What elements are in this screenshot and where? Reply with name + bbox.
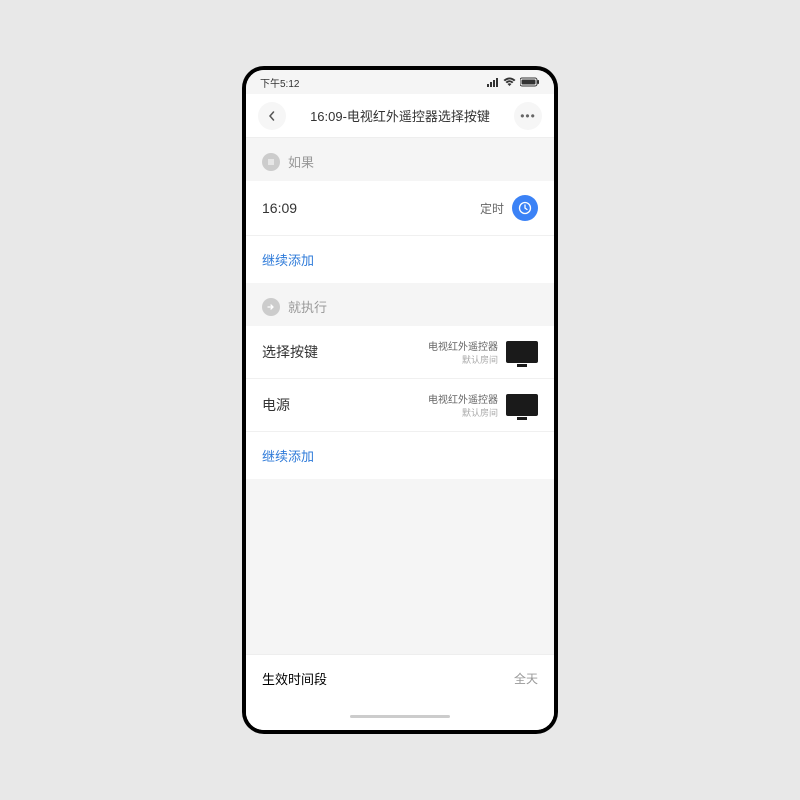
tv-icon <box>506 394 538 416</box>
then-section-header: 就执行 <box>246 283 554 326</box>
navbar: 16:09-电视红外遥控器选择按键 ••• <box>246 94 554 138</box>
action-row-power[interactable]: 电源 电视红外遥控器 默认房间 <box>246 379 554 432</box>
battery-icon <box>520 77 540 87</box>
then-add-link[interactable]: 继续添加 <box>246 432 554 479</box>
screen: 下午5:12 16:09-电视红外遥控器选择按键 ••• <box>246 70 554 730</box>
effective-period-value: 全天 <box>514 670 538 687</box>
action-title: 电源 <box>262 395 290 415</box>
timer-type-label: 定时 <box>480 200 504 217</box>
action-row-select-key[interactable]: 选择按键 电视红外遥控器 默认房间 <box>246 326 554 379</box>
if-section-header: 如果 <box>246 138 554 181</box>
more-button[interactable]: ••• <box>514 102 542 130</box>
spacer <box>246 479 554 654</box>
more-icon: ••• <box>520 109 536 123</box>
arrow-right-icon <box>262 298 280 316</box>
chevron-left-icon <box>267 111 277 121</box>
home-indicator-area <box>246 702 554 730</box>
if-add-link[interactable]: 继续添加 <box>246 236 554 283</box>
effective-period-row[interactable]: 生效时间段 全天 <box>246 654 554 702</box>
status-icons <box>487 77 540 87</box>
timer-value: 16:09 <box>262 200 297 216</box>
tv-icon <box>506 341 538 363</box>
then-label: 就执行 <box>288 297 327 316</box>
wifi-icon <box>503 77 516 87</box>
status-bar: 下午5:12 <box>246 70 554 94</box>
action-title: 选择按键 <box>262 342 318 362</box>
device-name: 电视红外遥控器 <box>428 391 498 406</box>
page-title: 16:09-电视红外遥控器选择按键 <box>310 106 490 125</box>
device-room: 默认房间 <box>428 406 498 419</box>
timer-row[interactable]: 16:09 定时 <box>246 181 554 236</box>
list-icon <box>262 153 280 171</box>
home-indicator[interactable] <box>350 715 450 718</box>
back-button[interactable] <box>258 102 286 130</box>
clock-icon <box>512 195 538 221</box>
effective-period-label: 生效时间段 <box>262 669 327 688</box>
status-time: 下午5:12 <box>260 75 299 90</box>
if-label: 如果 <box>288 152 314 171</box>
device-name: 电视红外遥控器 <box>428 338 498 353</box>
phone-frame: 下午5:12 16:09-电视红外遥控器选择按键 ••• <box>242 66 558 734</box>
content: 如果 16:09 定时 继续添加 就执行 选择按键 <box>246 138 554 730</box>
device-room: 默认房间 <box>428 353 498 366</box>
signal-icon <box>487 77 499 87</box>
